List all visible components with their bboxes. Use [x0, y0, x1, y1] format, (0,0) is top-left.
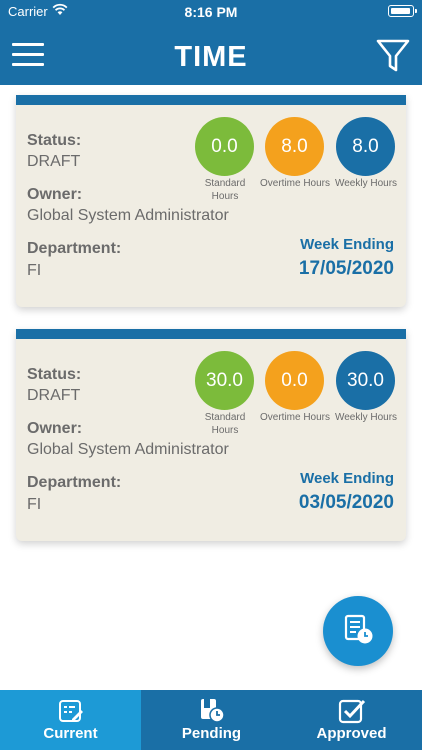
standard-hours-badge: 30.0: [195, 351, 254, 410]
clock-document-icon: [200, 699, 225, 723]
weekly-hours-badge: 8.0: [336, 117, 395, 176]
weekly-hours-badge: 30.0: [336, 351, 395, 410]
status-label: Status:: [27, 132, 82, 149]
department-value: FI: [27, 496, 42, 513]
edit-list-icon: [58, 700, 83, 722]
weekly-hours-caption: Weekly Hours: [334, 178, 398, 189]
owner-label: Owner:: [27, 420, 83, 437]
department-label: Department:: [27, 474, 122, 491]
status-value: DRAFT: [27, 387, 81, 404]
filter-icon[interactable]: [376, 38, 410, 74]
weekly-hours-caption: Weekly Hours: [334, 412, 398, 423]
battery-icon: [388, 5, 417, 17]
page-title: TIME: [174, 41, 248, 73]
department-value: FI: [27, 262, 42, 279]
status-bar: Carrier 8:16 PM: [0, 0, 422, 24]
clock-time: 8:16 PM: [184, 4, 238, 20]
owner-value: Global System Administrator: [27, 207, 229, 224]
app-screen: Carrier 8:16 PM TIME Status: DRAFT Owner…: [0, 0, 422, 750]
new-timesheet-icon: [344, 614, 373, 644]
timesheet-card[interactable]: Status: DRAFT Owner: Global System Admin…: [16, 329, 406, 541]
bottom-tab-bar: Current Pending Approved: [0, 690, 422, 750]
week-ending-label: Week Ending: [300, 470, 394, 487]
tab-pending[interactable]: Pending: [141, 690, 282, 750]
status-label: Status:: [27, 366, 82, 383]
card-accent-bar: [16, 95, 406, 105]
tab-current-label: Current: [43, 725, 98, 742]
overtime-hours-badge: 0.0: [265, 351, 324, 410]
timesheet-card[interactable]: Status: DRAFT Owner: Global System Admin…: [16, 95, 406, 307]
status-value: DRAFT: [27, 153, 81, 170]
overtime-hours-badge: 8.0: [265, 117, 324, 176]
standard-hours-caption: Standard Hours: [204, 412, 246, 436]
overtime-hours-caption: Overtime Hours: [260, 412, 331, 423]
standard-hours-caption: Standard Hours: [204, 178, 246, 202]
checkbox-icon: [338, 699, 365, 724]
owner-value: Global System Administrator: [27, 441, 229, 458]
week-ending-label: Week Ending: [300, 236, 394, 253]
department-label: Department:: [27, 240, 122, 257]
owner-label: Owner:: [27, 186, 83, 203]
new-timesheet-button[interactable]: [323, 596, 393, 666]
tab-pending-label: Pending: [181, 725, 242, 742]
standard-hours-badge: 0.0: [195, 117, 254, 176]
card-accent-bar: [16, 329, 406, 339]
app-header: TIME: [0, 24, 422, 85]
overtime-hours-caption: Overtime Hours: [260, 178, 331, 189]
tab-current[interactable]: Current: [0, 690, 141, 750]
tab-approved-label: Approved: [316, 725, 387, 742]
week-ending-date: 03/05/2020: [298, 492, 394, 513]
tab-approved[interactable]: Approved: [281, 690, 422, 750]
week-ending-date: 17/05/2020: [298, 258, 394, 279]
